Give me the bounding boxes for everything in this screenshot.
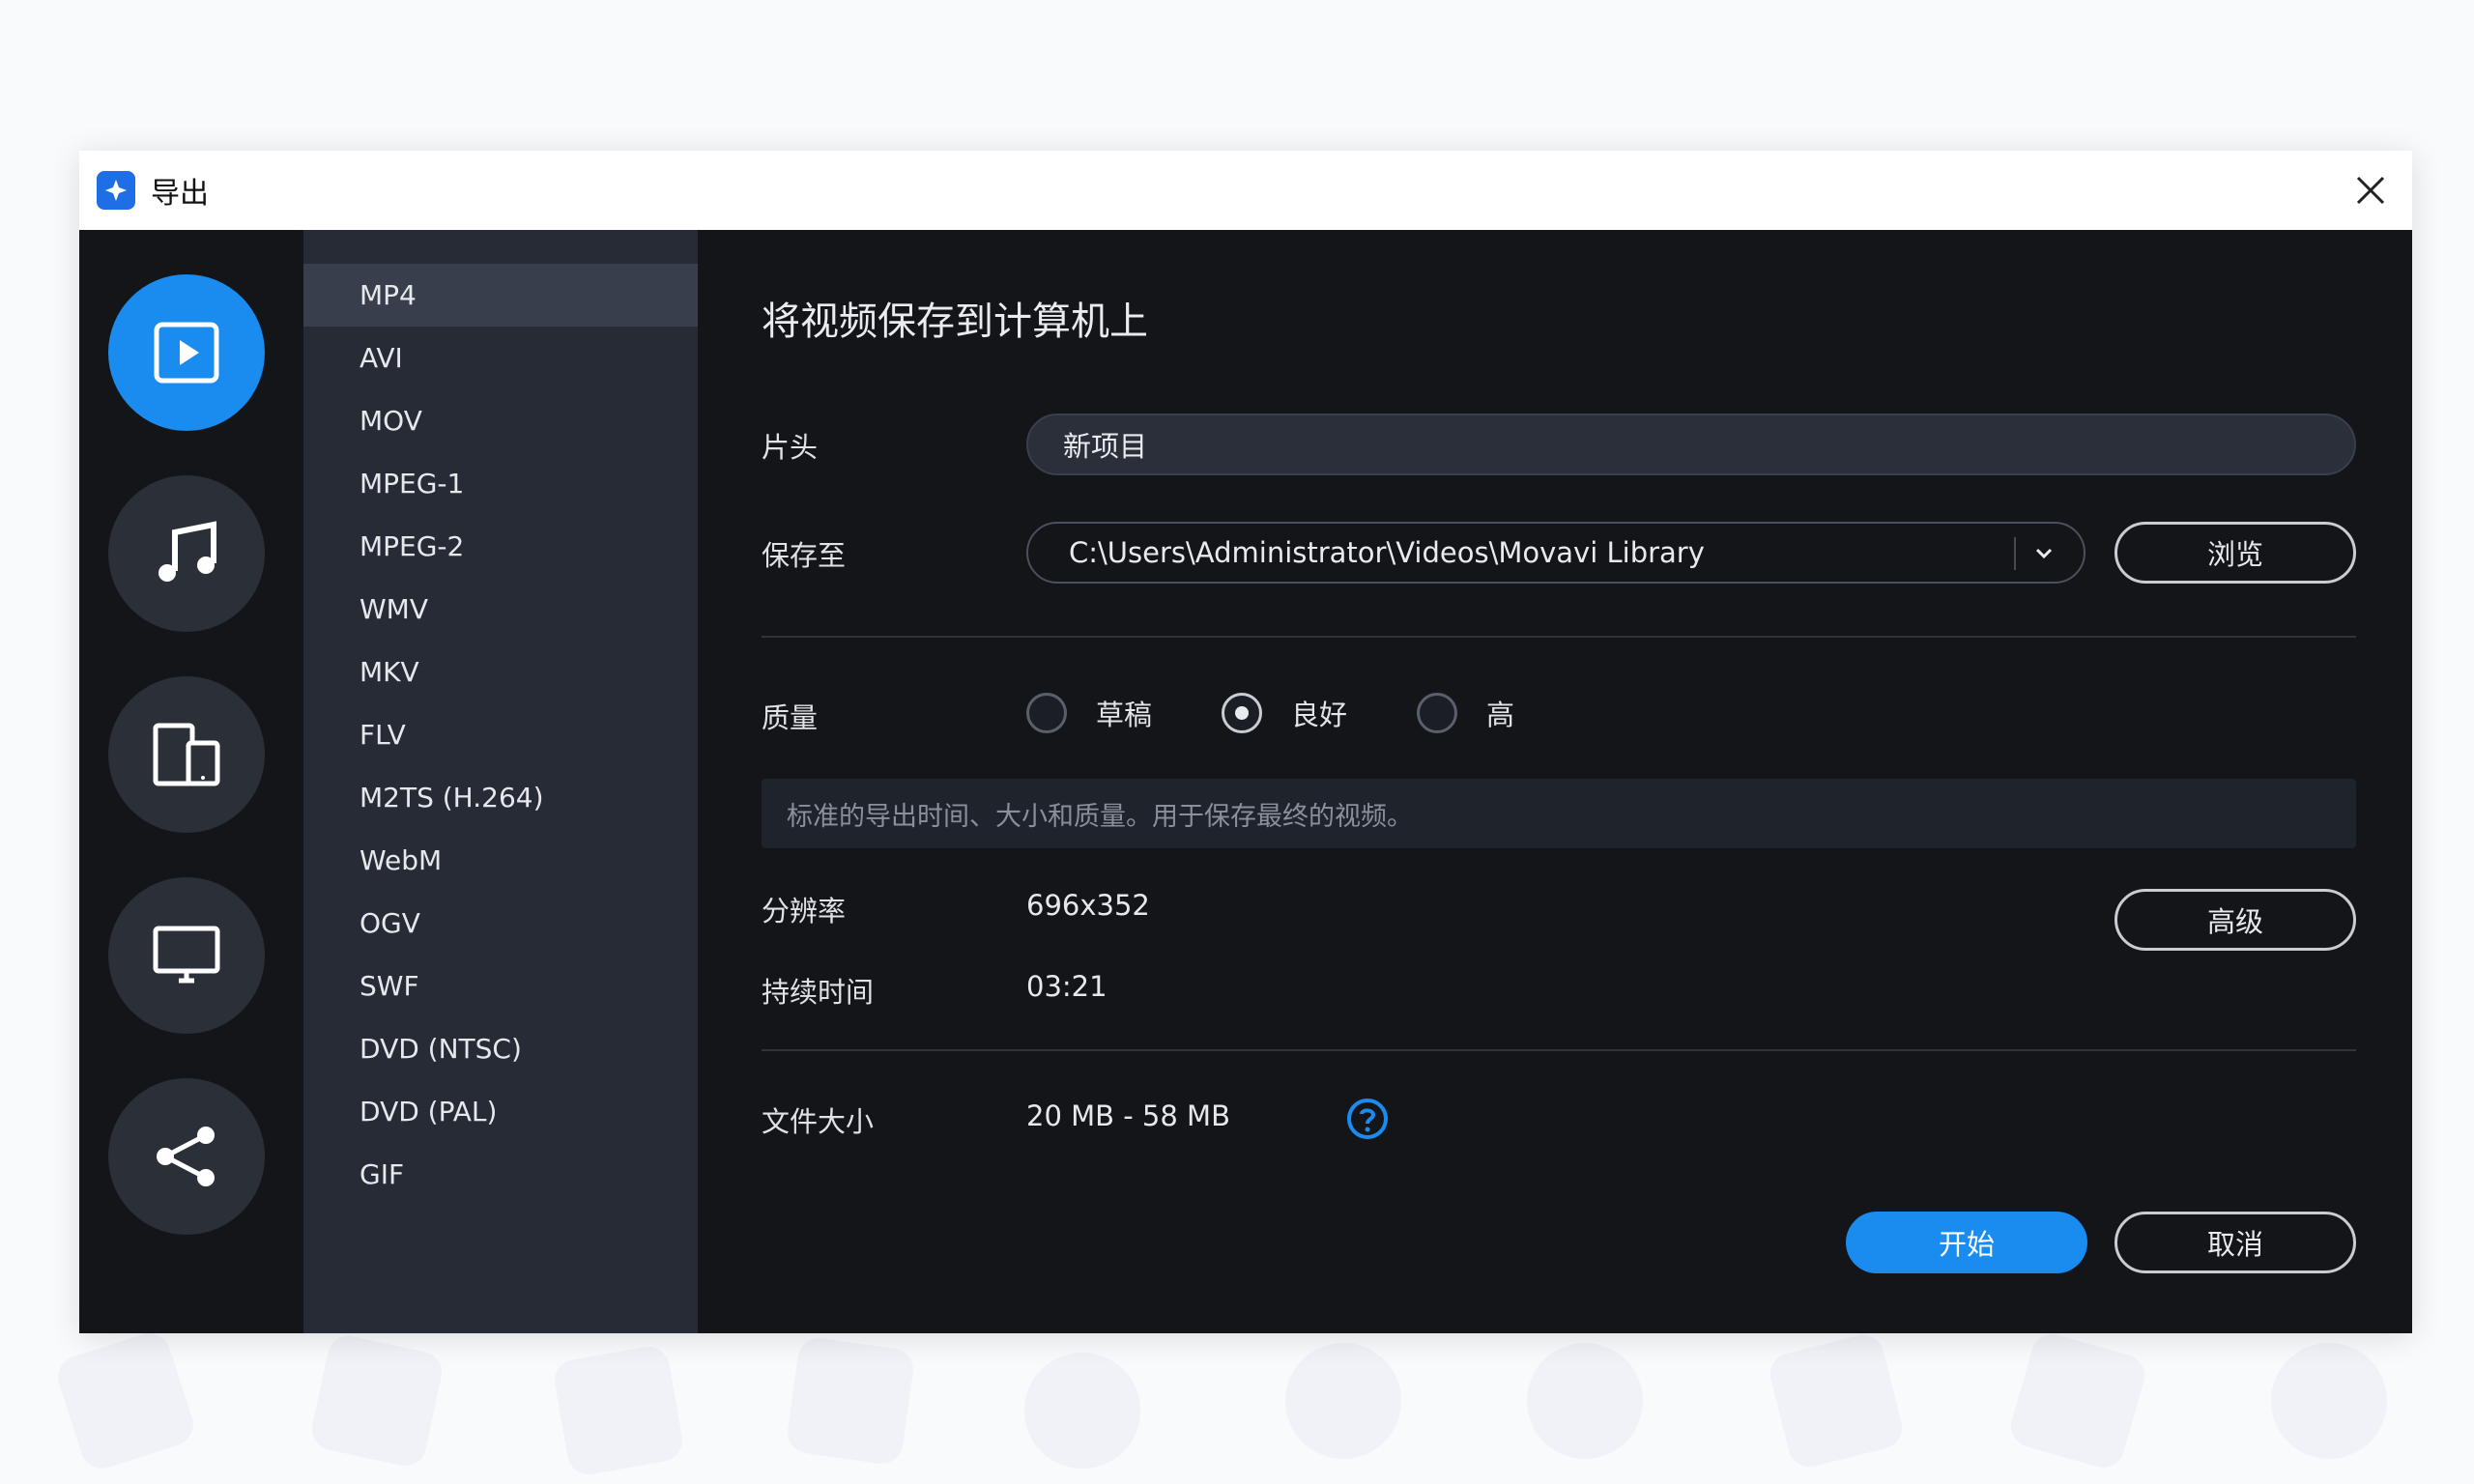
category-devices-button[interactable] <box>108 676 265 833</box>
category-rail <box>79 230 303 1333</box>
background-decoration <box>0 1324 2474 1484</box>
format-item[interactable]: AVI <box>303 327 698 389</box>
decor-video-icon <box>52 1327 199 1474</box>
page-title: 将视频保存到计算机上 <box>762 300 1148 344</box>
duration-label: 持续时间 <box>762 976 875 1009</box>
close-icon <box>2356 176 2385 205</box>
divider <box>762 1049 2356 1051</box>
decor-book-icon <box>2005 1328 2150 1473</box>
quality-option[interactable]: 草稿 <box>1026 693 1152 733</box>
format-item[interactable]: GIF <box>303 1143 698 1206</box>
decor-gear-icon <box>1285 1343 1401 1459</box>
resolution-label: 分辨率 <box>762 895 847 928</box>
close-button[interactable] <box>2346 166 2395 214</box>
category-tv-button[interactable] <box>108 877 265 1034</box>
title-label: 片头 <box>762 431 819 464</box>
export-dialog: 导出 MP4 AVI MOV MPEG-1 MPEG-2 WMV MKV FLV… <box>79 151 2412 1333</box>
start-button[interactable]: 开始 <box>1846 1212 2087 1273</box>
quality-option-label: 高 <box>1486 699 1515 731</box>
music-note-icon <box>158 521 216 582</box>
decor-grid-icon <box>307 1331 446 1470</box>
format-item[interactable]: WMV <box>303 578 698 641</box>
video-play-icon <box>154 322 219 384</box>
format-list: MP4 AVI MOV MPEG-1 MPEG-2 WMV MKV FLV M2TS (H.26… <box>303 230 698 1206</box>
quality-label: 质量 <box>762 701 819 734</box>
export-settings-panel: 将视频保存到计算机上 片头 新项目 保存至 C:\Users\Administr… <box>698 230 2412 1333</box>
select-separator <box>2014 537 2016 570</box>
decor-search-icon <box>1024 1353 1140 1469</box>
save-path-value: C:\Users\Administrator\Videos\Movavi Lib… <box>1069 536 1705 569</box>
format-item[interactable]: FLV <box>303 703 698 766</box>
cancel-button[interactable]: 取消 <box>2114 1212 2356 1273</box>
advanced-button[interactable]: 高级 <box>2114 889 2356 951</box>
category-share-button[interactable] <box>108 1078 265 1235</box>
radio-button[interactable] <box>1222 693 1263 733</box>
quality-option[interactable]: 高 <box>1417 693 1514 733</box>
window-title: 导出 <box>151 177 209 211</box>
dialog-content: MP4 AVI MOV MPEG-1 MPEG-2 WMV MKV FLV M2TS (H.26… <box>79 230 2412 1333</box>
format-item[interactable]: OGV <box>303 892 698 955</box>
decor-chat-icon <box>2271 1343 2387 1459</box>
quality-radio-group: 草稿 良好 高 <box>1026 692 1584 734</box>
format-item[interactable]: MPEG-2 <box>303 515 698 578</box>
quality-option-label: 良好 <box>1291 699 1348 731</box>
decor-folder-icon <box>1766 1330 1907 1471</box>
title-input[interactable]: 新项目 <box>1026 414 2356 475</box>
quality-option-label: 草稿 <box>1096 699 1153 731</box>
format-item[interactable]: DVD (PAL) <box>303 1080 698 1143</box>
share-icon <box>157 1127 215 1186</box>
title-bar: 导出 <box>79 151 2412 230</box>
decor-shape-icon <box>785 1335 916 1467</box>
format-item[interactable]: MPEG-1 <box>303 452 698 515</box>
category-audio-button[interactable] <box>108 475 265 632</box>
help-icon[interactable] <box>1346 1098 1389 1140</box>
format-list-panel: MP4 AVI MOV MPEG-1 MPEG-2 WMV MKV FLV M2TS (H.26… <box>303 230 698 1333</box>
file-size-label: 文件大小 <box>762 1105 875 1138</box>
quality-description: 标准的导出时间、大小和质量。用于保存最终的视频。 <box>762 779 2356 848</box>
monitor-icon <box>153 926 220 984</box>
file-size-value: 20 MB - 58 MB <box>1026 1099 1230 1132</box>
title-input-value: 新项目 <box>1063 430 1148 463</box>
save-to-label: 保存至 <box>762 539 847 572</box>
browse-button[interactable]: 浏览 <box>2114 522 2356 584</box>
app-logo-icon <box>97 171 135 210</box>
format-item[interactable]: MKV <box>303 641 698 703</box>
category-video-button[interactable] <box>108 274 265 431</box>
chevron-down-icon <box>2026 535 2062 572</box>
quality-option[interactable]: 良好 <box>1222 693 1347 733</box>
format-item[interactable]: SWF <box>303 955 698 1017</box>
format-item[interactable]: WebM <box>303 829 698 892</box>
resolution-value: 696x352 <box>1026 889 1150 922</box>
duration-value: 03:21 <box>1026 970 1108 1003</box>
format-item[interactable]: M2TS (H.264) <box>303 766 698 829</box>
format-item[interactable]: DVD (NTSC) <box>303 1017 698 1080</box>
format-item[interactable]: MP4 <box>303 264 698 327</box>
divider <box>762 636 2356 638</box>
radio-button[interactable] <box>1026 693 1067 733</box>
decor-clock-icon <box>1527 1343 1643 1459</box>
devices-icon <box>153 723 220 786</box>
format-item[interactable]: MOV <box>303 389 698 452</box>
save-path-select[interactable]: C:\Users\Administrator\Videos\Movavi Lib… <box>1026 522 2086 584</box>
decor-document-icon <box>551 1343 686 1478</box>
radio-button[interactable] <box>1417 693 1458 733</box>
